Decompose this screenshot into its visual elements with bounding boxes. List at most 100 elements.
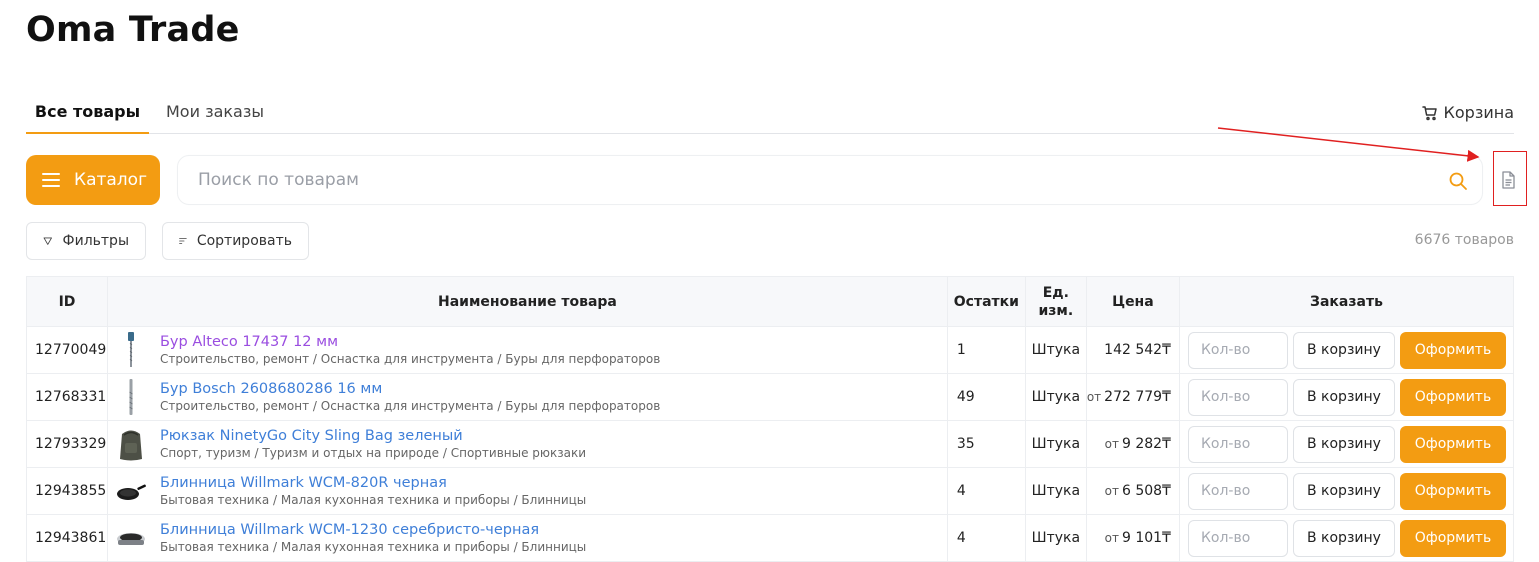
header-order: Заказать: [1178, 276, 1515, 327]
price-prefix: от: [1086, 390, 1102, 404]
product-thumbnail[interactable]: [116, 519, 146, 557]
cart-link[interactable]: Корзина: [1421, 92, 1514, 134]
product-count: 6676 товаров: [1414, 232, 1514, 248]
product-title-link[interactable]: Бур Alteco 17437 12 мм: [160, 334, 660, 350]
sort-label: Сортировать: [196, 233, 292, 249]
cell-unit: Штука: [1024, 467, 1087, 515]
checkout-button[interactable]: Оформить: [1399, 425, 1506, 463]
product-thumbnail[interactable]: [116, 331, 146, 369]
cell-price: 142 542₸: [1085, 326, 1180, 374]
app-title: Oma Trade: [26, 10, 240, 50]
cell-stock: 35: [946, 420, 1026, 468]
price-value: 6 508₸: [1121, 483, 1171, 499]
filters-label: Фильтры: [62, 233, 129, 249]
sort-button[interactable]: Сортировать: [162, 222, 309, 260]
quantity-input[interactable]: [1187, 378, 1288, 416]
table-row: 12943861 Блинница Willmark WCM-1230 сере…: [26, 514, 1515, 562]
sort-icon: [179, 238, 187, 244]
product-image: [116, 484, 146, 500]
cell-id: 12793329: [26, 420, 108, 468]
search-input[interactable]: [178, 156, 1428, 204]
quantity-input[interactable]: [1187, 519, 1288, 557]
table-row: 12768331 Бур Bosch 2608680286 16 мм Стро…: [26, 373, 1515, 421]
cell-stock: 4: [946, 514, 1026, 562]
cell-price: от 272 779₸: [1085, 373, 1180, 421]
cell-stock: 49: [946, 373, 1026, 421]
cell-id: 12768331: [26, 373, 108, 421]
product-category-path: Бытовая техника / Малая кухонная техника…: [159, 540, 587, 554]
product-image: [129, 379, 133, 415]
quantity-input[interactable]: [1187, 425, 1288, 463]
cell-id: 12943861: [26, 514, 108, 562]
catalog-button[interactable]: Каталог: [26, 155, 160, 205]
product-title-link[interactable]: Блинница Willmark WCM-1230 серебристо-че…: [160, 522, 586, 538]
price-prefix: от: [1104, 437, 1119, 451]
header-stock[interactable]: Остатки: [946, 276, 1026, 327]
add-to-cart-button[interactable]: В корзину: [1292, 425, 1395, 463]
product-thumbnail[interactable]: [116, 472, 146, 510]
add-to-cart-button[interactable]: В корзину: [1292, 378, 1395, 416]
filter-icon: [43, 237, 52, 245]
product-title-link[interactable]: Бур Bosch 2608680286 16 мм: [160, 381, 660, 397]
cell-order: В корзину Оформить: [1178, 420, 1515, 468]
cell-order: В корзину Оформить: [1178, 467, 1515, 515]
cell-unit: Штука: [1024, 373, 1087, 421]
header-unit[interactable]: Ед. изм.: [1024, 276, 1087, 327]
product-image: [127, 332, 134, 367]
products-table: ID Наименование товара Остатки Ед. изм. …: [26, 276, 1515, 562]
catalog-button-label: Каталог: [74, 170, 148, 190]
filters-button[interactable]: Фильтры: [26, 222, 146, 260]
product-image: [116, 533, 145, 545]
product-category-path: Бытовая техника / Малая кухонная техника…: [159, 493, 587, 507]
tab-my-orders[interactable]: Мои заказы: [166, 92, 264, 134]
price-value: 142 542₸: [1104, 342, 1171, 358]
product-title-link[interactable]: Блинница Willmark WCM-820R черная: [160, 475, 586, 491]
cell-id: 12943855: [26, 467, 108, 515]
search-box: [177, 155, 1483, 205]
table-row: 12770049 Бур Alteco 17437 12 мм Строител…: [26, 326, 1515, 374]
document-icon[interactable]: [1500, 171, 1516, 189]
price-prefix: от: [1104, 484, 1119, 498]
add-to-cart-button[interactable]: В корзину: [1292, 472, 1395, 510]
cell-price: от 6 508₸: [1085, 467, 1180, 515]
cell-unit: Штука: [1024, 420, 1087, 468]
cart-icon: [1421, 106, 1437, 121]
product-category-path: Строительство, ремонт / Оснастка для инс…: [159, 399, 661, 413]
cart-label: Корзина: [1443, 103, 1514, 122]
checkout-button[interactable]: Оформить: [1399, 378, 1506, 416]
search-icon[interactable]: [1448, 171, 1468, 191]
cell-price: от 9 282₸: [1085, 420, 1180, 468]
cell-name: Блинница Willmark WCM-820R черная Бытова…: [106, 467, 948, 515]
header-id[interactable]: ID: [26, 276, 108, 327]
header-name[interactable]: Наименование товара: [106, 276, 948, 327]
product-thumbnail[interactable]: [116, 425, 146, 463]
add-to-cart-button[interactable]: В корзину: [1292, 519, 1395, 557]
tab-bar: Все товары Мои заказы Корзина: [26, 92, 1514, 134]
checkout-button[interactable]: Оформить: [1399, 331, 1506, 369]
product-image: [119, 430, 142, 461]
cell-price: от 9 101₸: [1085, 514, 1180, 562]
cell-stock: 4: [946, 467, 1026, 515]
cell-unit: Штука: [1024, 514, 1087, 562]
checkout-button[interactable]: Оформить: [1399, 519, 1506, 557]
menu-icon: [42, 173, 60, 187]
quantity-input[interactable]: [1187, 331, 1288, 369]
cell-id: 12770049: [26, 326, 108, 374]
product-thumbnail[interactable]: [116, 378, 146, 416]
add-to-cart-button[interactable]: В корзину: [1292, 331, 1395, 369]
table-header-row: ID Наименование товара Остатки Ед. изм. …: [26, 276, 1515, 327]
cell-unit: Штука: [1024, 326, 1087, 374]
price-value: 9 282₸: [1121, 436, 1171, 452]
product-title-link[interactable]: Рюкзак NinetyGo City Sling Bag зеленый: [160, 428, 586, 444]
checkout-button[interactable]: Оформить: [1399, 472, 1506, 510]
price-value: 272 779₸: [1104, 389, 1171, 405]
cell-name: Бур Bosch 2608680286 16 мм Строительство…: [106, 373, 948, 421]
price-prefix: от: [1104, 531, 1119, 545]
tab-all-products[interactable]: Все товары: [26, 92, 149, 134]
price-value: 9 101₸: [1121, 530, 1171, 546]
header-price[interactable]: Цена: [1085, 276, 1180, 327]
cell-order: В корзину Оформить: [1178, 373, 1515, 421]
cell-order: В корзину Оформить: [1178, 514, 1515, 562]
quantity-input[interactable]: [1187, 472, 1288, 510]
cell-stock: 1: [946, 326, 1026, 374]
